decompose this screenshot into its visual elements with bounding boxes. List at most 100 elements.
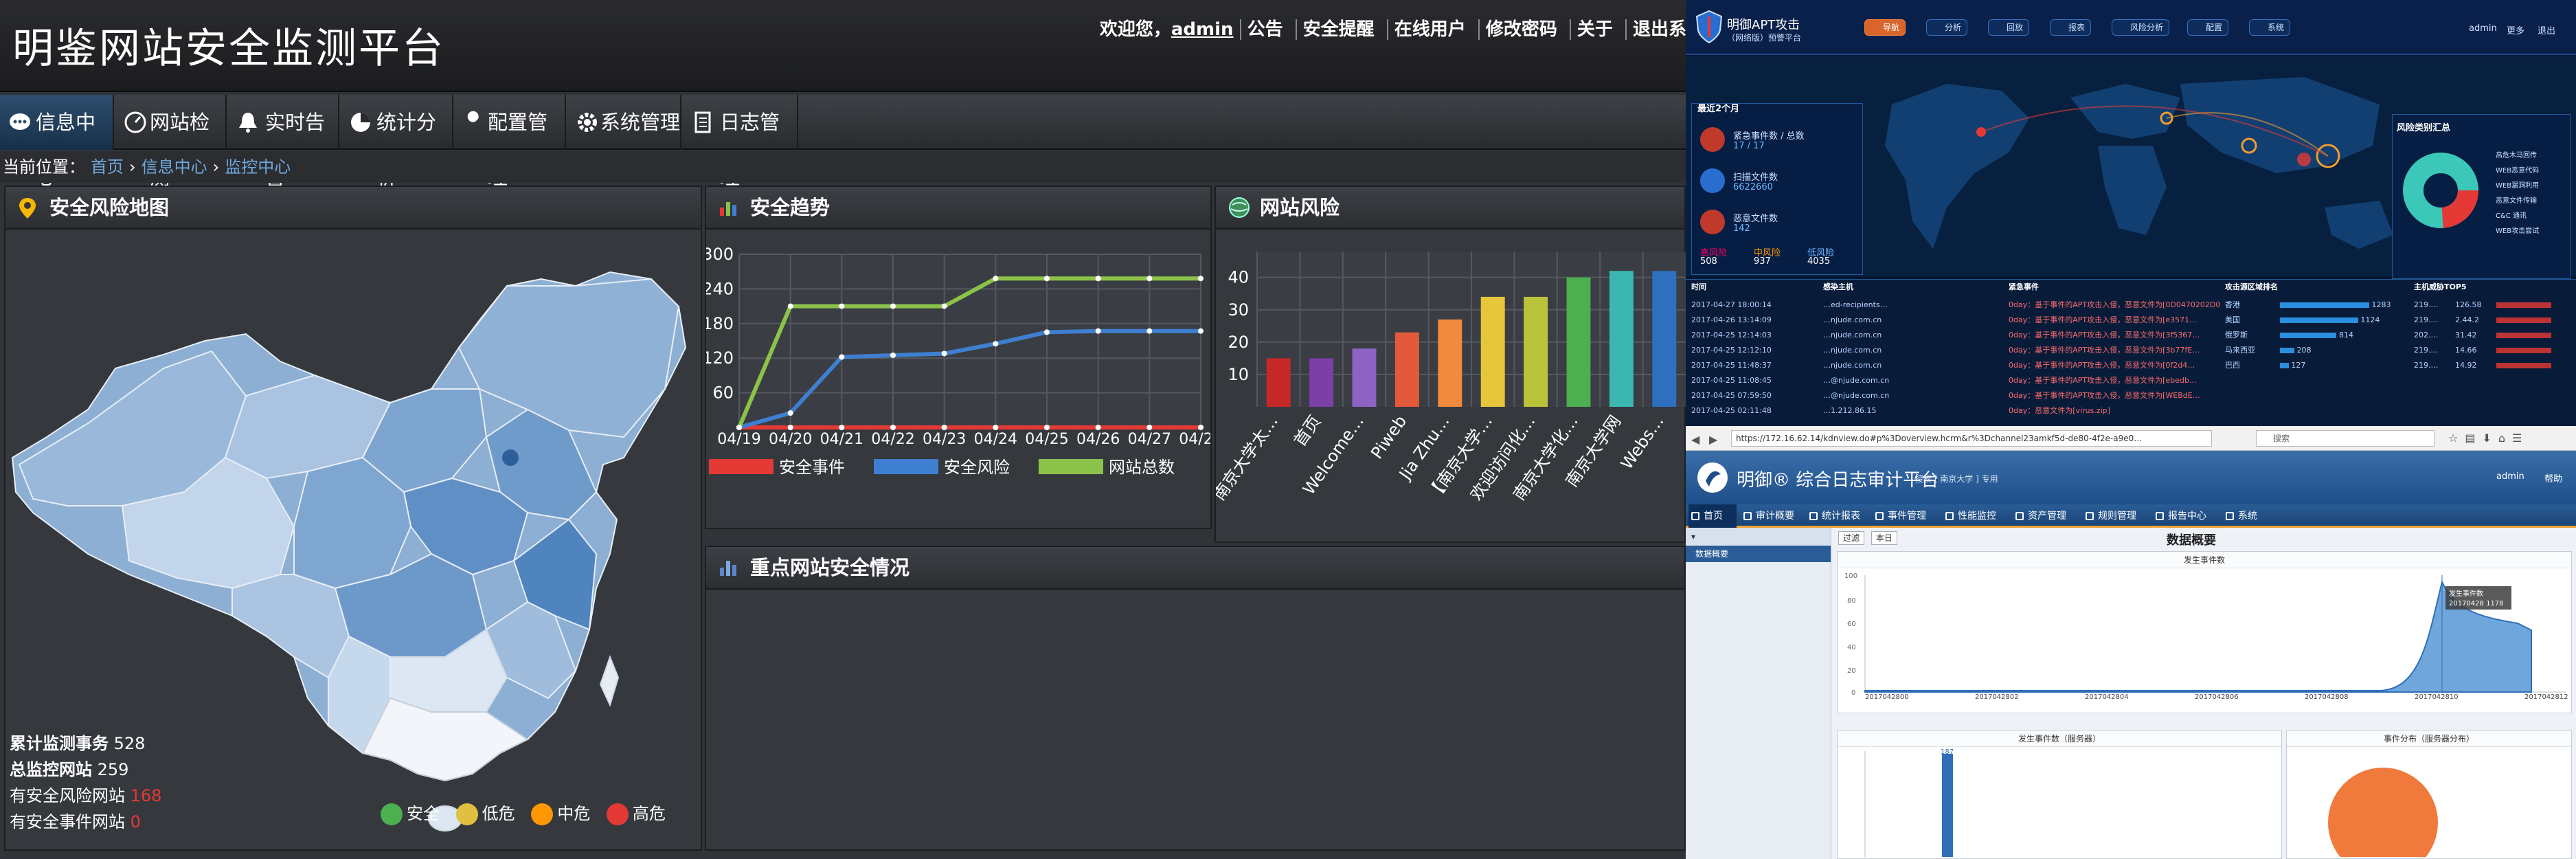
nav-logs[interactable]: 日志管理 <box>683 95 798 189</box>
rule-icon <box>2086 512 2094 520</box>
online-users-link[interactable]: 在线用户 <box>1386 19 1472 40</box>
trend-chart[interactable]: 60 120 180 240 300 04/19 04/20 04/21 04/22 04/23 0… <box>706 231 1210 529</box>
audit-menu-home[interactable]: 首页 <box>1688 504 1737 528</box>
sidebar-select[interactable]: ▾ <box>1686 528 1831 546</box>
data-point <box>1095 425 1101 430</box>
range-select[interactable]: 本日 <box>1871 531 1897 545</box>
forward-arrow-icon[interactable]: ▶ <box>1709 433 1717 446</box>
data-point <box>1198 276 1204 282</box>
x-label: 2017042800 <box>1865 693 1909 701</box>
data-point <box>1146 425 1153 430</box>
site-risk-panel: 网站风险 10 20 30 40 南京大学太… 首页 Welcome… Piweb Jia Zh… <box>1214 186 1686 543</box>
nav-site-detect[interactable]: 网站检测 <box>115 95 227 189</box>
app-title: 明鉴网站安全监测平台 <box>12 25 445 73</box>
audit-header: 明御® 综合日志审计平台 授权 [ 南京大学 ] 专用 admin 帮助 <box>1686 451 2576 504</box>
data-point <box>1044 425 1050 430</box>
host-list: 219.… 126.58 219.… 2.44.2 202.… 31.42 219.… 14.… <box>2414 298 2572 373</box>
nav-realtime-alert[interactable]: 实时告警 <box>228 95 339 189</box>
audit-menu-assets[interactable]: 资产管理 <box>2013 504 2079 528</box>
y-tick-label: 240 <box>706 279 734 298</box>
tooltip-title: 发生事件数 <box>2449 589 2483 598</box>
apt-rows: 2017-04-27 18:00:14 …ed-recipients… 0day：基… <box>1691 298 2220 419</box>
apt-user[interactable]: admin <box>2469 23 2497 34</box>
security-alert-link[interactable]: 安全提醒 <box>1295 19 1381 40</box>
bell-icon <box>239 113 257 133</box>
x-tick-label: 南京大学太… <box>1216 412 1282 504</box>
server-bar-chart[interactable] <box>1838 747 2281 857</box>
x-tick-label: 04/22 <box>871 431 914 448</box>
distribution-pie-chart[interactable] <box>2287 747 2571 857</box>
x-tick-label: 04/28 <box>1179 431 1210 448</box>
audit-menu-reports[interactable]: 报告中心 <box>2153 504 2219 528</box>
risk-high-value: 508 <box>1700 256 1717 267</box>
audit-menu-report[interactable]: 统计报表 <box>1807 504 1868 528</box>
filter-button[interactable]: 过滤 <box>1838 531 1865 545</box>
legend-low-dot <box>455 803 478 825</box>
apt-table-row[interactable]: 2017-04-25 07:59:50 …@njude.com.cn 0day：基于… <box>1691 388 2220 403</box>
nav-statistics[interactable]: 统计分析 <box>341 95 453 189</box>
apt-table-row[interactable]: 2017-04-25 11:48:37 …njude.com.cn 0day：基于事… <box>1691 358 2220 373</box>
audit-menu-events[interactable]: 事件管理 <box>1873 504 1939 528</box>
apt-more[interactable]: 更多 <box>2507 23 2524 36</box>
apt-tab-risk[interactable]: 风险分析 <box>2112 19 2170 36</box>
user-link[interactable]: admin <box>1171 19 1234 40</box>
nav-system[interactable]: 系统管理 <box>567 95 681 150</box>
event-distribution-card: 事件分布（服务器分布） <box>2286 730 2572 859</box>
back-arrow-icon[interactable]: ◀ <box>1691 433 1699 446</box>
audit-help[interactable]: 帮助 <box>2544 471 2562 484</box>
apt-tab-report[interactable]: 报表 <box>2050 19 2092 36</box>
breadcrumb-info-center[interactable]: 信息中心 <box>142 157 207 177</box>
apt-tab-replay[interactable]: 回放 <box>1988 19 2030 36</box>
breadcrumb-monitor[interactable]: 监控中心 <box>225 157 291 177</box>
audit-menu-rules[interactable]: 规则管理 <box>2083 504 2149 528</box>
apt-table-row[interactable]: 2017-04-25 02:11:48 …1.212.86.15 0day：恶意文件… <box>1691 403 2220 419</box>
risk-donut-chart[interactable] <box>2399 149 2482 232</box>
nav-config[interactable]: 配置管理 <box>455 95 566 189</box>
host-row: 219.… 14.66 <box>2414 343 2572 358</box>
filter-bar: 过滤 本日 <box>1838 531 1897 545</box>
bar <box>1309 358 1334 407</box>
area-x-labels: 2017042800 2017042802 2017042804 2017042806… <box>1865 693 2568 707</box>
sidebar-item-data-summary[interactable]: 数据概要 <box>1686 546 1831 562</box>
nav-info-center[interactable]: 信息中心 <box>0 95 114 189</box>
panel-header: 网站风险 <box>1216 187 1684 230</box>
data-point <box>1095 328 1101 334</box>
data-point <box>736 425 742 430</box>
apt-table-row[interactable]: 2017-04-25 12:12:10 …njude.com.cn 0day：基于事… <box>1691 343 2220 358</box>
apt-table-row[interactable]: 2017-04-25 11:08:45 …@njude.com.cn 0day：基于… <box>1691 373 2220 388</box>
bar <box>1609 271 1634 407</box>
audit-menu-summary[interactable]: 审计概要 <box>1741 504 1803 528</box>
apt-table-row[interactable]: 2017-04-27 18:00:14 …ed-recipients… 0day：基… <box>1691 298 2220 313</box>
apt-tab-nav[interactable]: 导航 <box>1864 19 1906 36</box>
data-point <box>993 341 999 347</box>
browser-icons[interactable]: ☆▤⬇⌂☰ <box>2448 432 2529 445</box>
map-legend: 安全 低危 中危 高危 <box>370 800 666 825</box>
risk-bar-chart[interactable]: 10203040南京大学太… 首页Welcome… PiwebJia Zhu…【南京… <box>1216 231 1686 543</box>
notice-link[interactable]: 公告 <box>1239 19 1289 40</box>
change-password-link[interactable]: 修改密码 <box>1478 19 1563 40</box>
apt-legend-item: 高危木马回传 <box>2496 152 2537 159</box>
y-tick-label: 30 <box>1228 300 1249 320</box>
apt-tab-system[interactable]: 系统 <box>2249 19 2291 36</box>
apt-period: 最近2个月 <box>1697 104 1740 114</box>
browser-search[interactable]: 搜索 <box>2256 430 2434 447</box>
host-row: 219.… 14.92 <box>2414 358 2572 373</box>
about-link[interactable]: 关于 <box>1569 19 1619 40</box>
apt-logout[interactable]: 退出 <box>2538 23 2555 36</box>
breadcrumb-home[interactable]: 首页 <box>91 157 124 177</box>
apt-table-row[interactable]: 2017-04-25 12:14:03 …njude.com.cn 0day：基于事… <box>1691 328 2220 343</box>
bar <box>1566 277 1591 407</box>
audit-user[interactable]: admin <box>2496 471 2524 482</box>
apt-table-row[interactable]: 2017-04-26 13:14:09 …njude.com.cn 0day：基于事… <box>1691 313 2220 328</box>
audit-menu-perf[interactable]: 性能监控 <box>1943 504 2009 528</box>
alert-icon <box>1700 127 1725 152</box>
audit-menu-system[interactable]: 系统 <box>2223 504 2271 528</box>
region-row: 俄罗斯 814 <box>2225 331 2353 339</box>
event-area-chart[interactable]: 100 80 60 40 20 0 发生事件数 20170428 1178 <box>1838 568 2571 713</box>
wrench-icon <box>466 111 479 131</box>
apt-tab-analysis[interactable]: 分析 <box>1926 19 1968 36</box>
url-bar[interactable]: https://172.16.62.14/kdnview.do#p%3Dover… <box>1731 430 2212 447</box>
data-point <box>1146 276 1153 282</box>
apt-tab-config[interactable]: 配置 <box>2187 19 2229 36</box>
x-tick-label: 04/21 <box>820 431 863 448</box>
